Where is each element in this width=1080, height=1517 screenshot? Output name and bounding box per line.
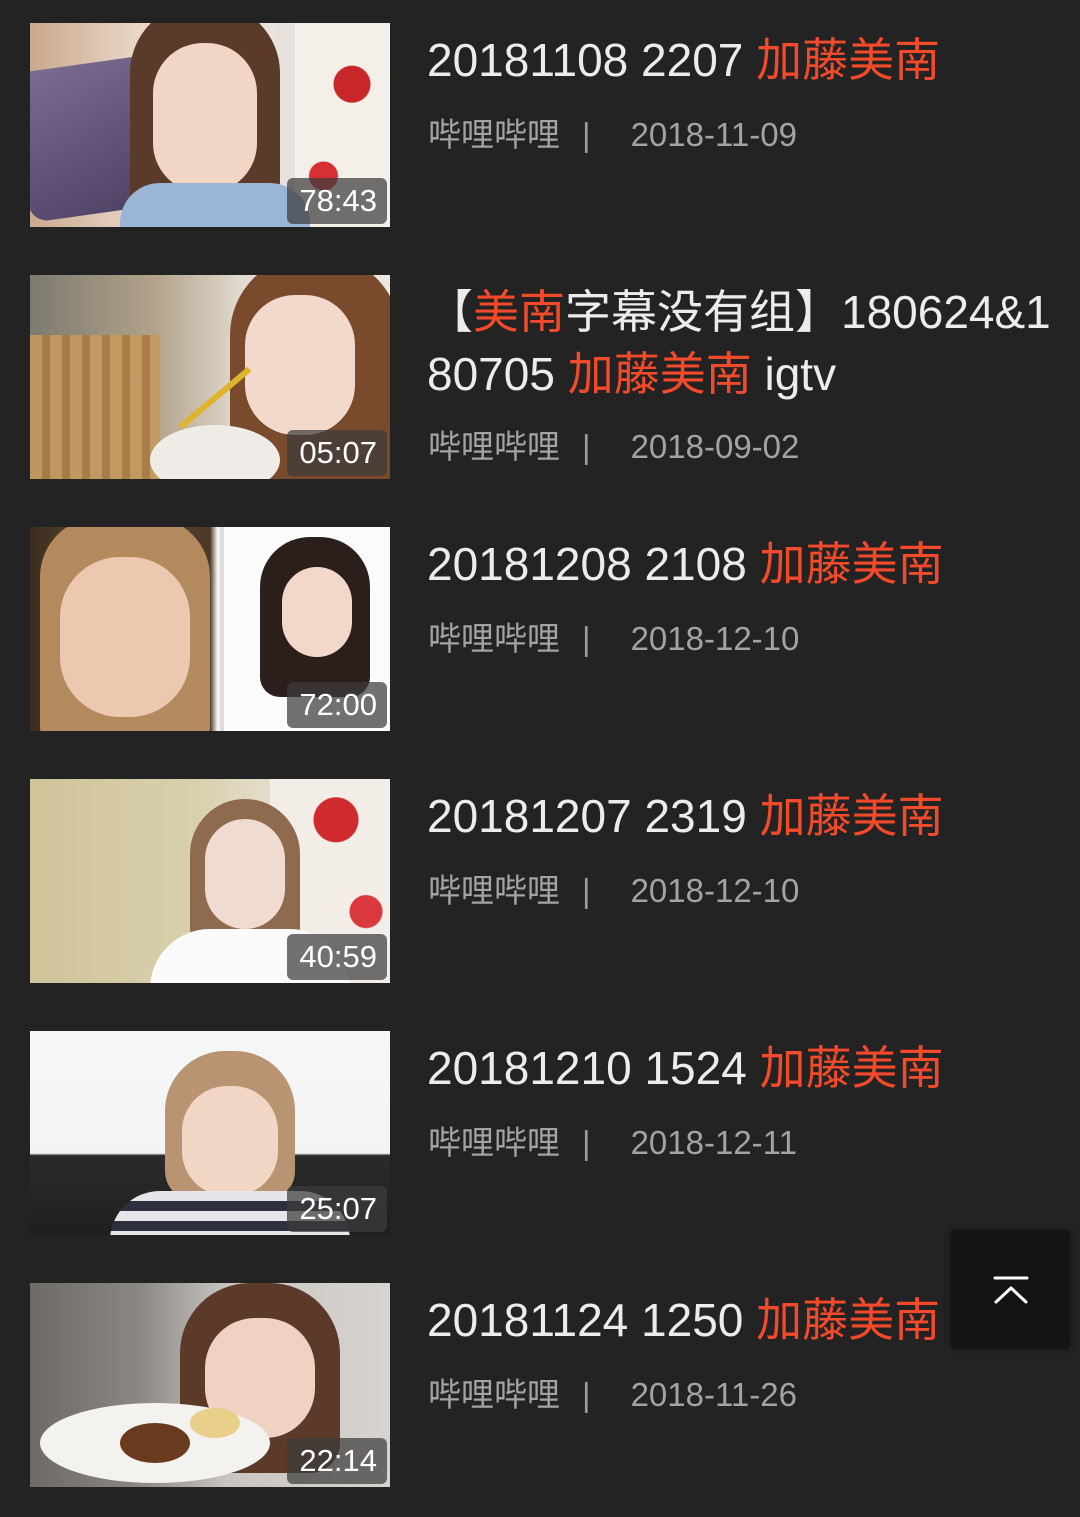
meta-separator: | <box>582 1376 591 1413</box>
video-title[interactable]: 20181208 2108 加藤美南 <box>427 533 1057 595</box>
highlight-keyword: 加藤美南 <box>567 348 752 400</box>
video-duration: 05:07 <box>287 430 387 476</box>
video-source: 哔哩哔哩 <box>428 872 560 909</box>
highlight-keyword: 加藤美南 <box>756 34 941 86</box>
highlight-keyword: 加藤美南 <box>759 790 944 842</box>
highlight-keyword: 美南 <box>473 286 565 338</box>
video-item[interactable]: 25:07 20181210 1524 加藤美南 哔哩哔哩 | 2018-12-11 <box>0 1031 1080 1235</box>
video-title[interactable]: 20181108 2207 加藤美南 <box>427 29 1057 91</box>
video-source: 哔哩哔哩 <box>428 1124 560 1161</box>
video-item[interactable]: 22:14 20181124 1250 加藤美南 哔哩哔哩 | 2018-11-26 <box>0 1283 1080 1487</box>
video-item[interactable]: 78:43 20181108 2207 加藤美南 哔哩哔哩 | 2018-11-09 <box>0 23 1080 227</box>
video-source: 哔哩哔哩 <box>428 428 560 465</box>
video-source: 哔哩哔哩 <box>428 116 560 153</box>
video-meta: 哔哩哔哩 | 2018-12-10 <box>428 619 799 659</box>
video-date: 2018-12-10 <box>630 872 800 909</box>
video-title[interactable]: 20181207 2319 加藤美南 <box>427 785 1057 847</box>
video-date: 2018-09-02 <box>630 428 800 465</box>
highlight-keyword: 加藤美南 <box>756 1294 941 1346</box>
video-duration: 40:59 <box>287 934 387 980</box>
video-duration: 22:14 <box>287 1438 387 1484</box>
video-item[interactable]: 05:07 【美南字幕没有组】180624&180705 加藤美南 igtv 哔… <box>0 275 1080 479</box>
meta-separator: | <box>582 872 591 909</box>
meta-separator: | <box>582 620 591 657</box>
video-meta: 哔哩哔哩 | 2018-12-11 <box>428 1123 797 1163</box>
video-thumbnail[interactable]: 40:59 <box>30 779 390 983</box>
highlight-keyword: 加藤美南 <box>759 538 944 590</box>
video-meta: 哔哩哔哩 | 2018-12-10 <box>428 871 799 911</box>
video-item[interactable]: 72:00 20181208 2108 加藤美南 哔哩哔哩 | 2018-12-10 <box>0 527 1080 731</box>
arrow-up-to-top-icon <box>993 1276 1029 1304</box>
video-title[interactable]: 【美南字幕没有组】180624&180705 加藤美南 igtv <box>427 281 1057 405</box>
meta-separator: | <box>582 428 591 465</box>
video-duration: 72:00 <box>287 682 387 728</box>
video-date: 2018-12-10 <box>630 620 800 657</box>
video-item[interactable]: 40:59 20181207 2319 加藤美南 哔哩哔哩 | 2018-12-10 <box>0 779 1080 983</box>
video-meta: 哔哩哔哩 | 2018-11-09 <box>428 115 797 155</box>
video-meta: 哔哩哔哩 | 2018-11-26 <box>428 1375 797 1415</box>
video-thumbnail[interactable]: 78:43 <box>30 23 390 227</box>
highlight-keyword: 加藤美南 <box>759 1042 944 1094</box>
video-date: 2018-11-26 <box>630 1376 797 1413</box>
video-thumbnail[interactable]: 72:00 <box>30 527 390 731</box>
video-date: 2018-11-09 <box>630 116 797 153</box>
meta-separator: | <box>582 116 591 153</box>
video-source: 哔哩哔哩 <box>428 1376 560 1413</box>
back-to-top-button[interactable] <box>951 1230 1070 1349</box>
video-thumbnail[interactable]: 22:14 <box>30 1283 390 1487</box>
video-date: 2018-12-11 <box>630 1124 797 1161</box>
video-thumbnail[interactable]: 05:07 <box>30 275 390 479</box>
video-meta: 哔哩哔哩 | 2018-09-02 <box>428 427 799 467</box>
video-source: 哔哩哔哩 <box>428 620 560 657</box>
video-duration: 78:43 <box>287 178 387 224</box>
meta-separator: | <box>582 1124 591 1161</box>
video-duration: 25:07 <box>287 1186 387 1232</box>
video-thumbnail[interactable]: 25:07 <box>30 1031 390 1235</box>
video-title[interactable]: 20181210 1524 加藤美南 <box>427 1037 1057 1099</box>
